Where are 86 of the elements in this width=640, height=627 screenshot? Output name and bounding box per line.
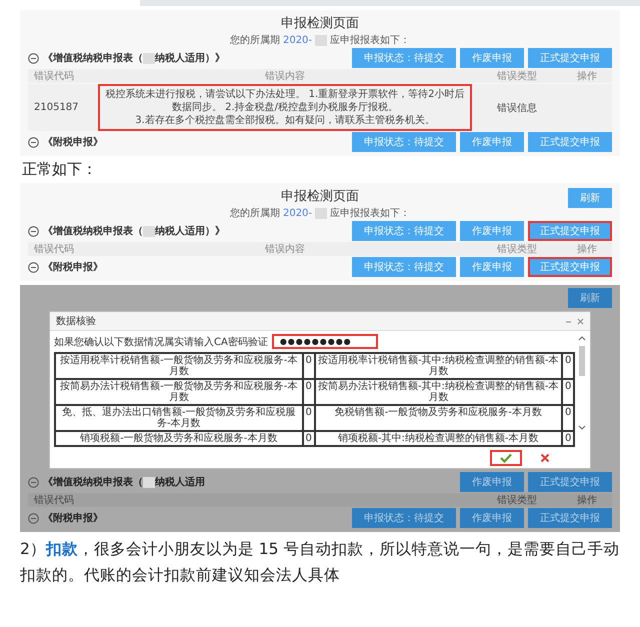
refresh-button[interactable]: 刷新 [568, 288, 612, 308]
check-icon [500, 453, 512, 463]
period-link[interactable]: 2020- [282, 34, 312, 47]
table-cell: 0 [302, 379, 314, 405]
close-icon [540, 453, 550, 463]
column-header: 错误代码 [33, 494, 75, 507]
section-title: 《增值税纳税申报表（ [43, 476, 143, 489]
table-cell: 按适用税率计税销售额-一般货物及劳务和应税服务-本月数 [55, 353, 302, 379]
close-icon[interactable] [577, 318, 584, 324]
table-cell: 0 [562, 405, 574, 431]
collapse-icon [28, 52, 39, 64]
confirm-button[interactable] [490, 450, 522, 466]
dialog-title: 数据核验 [56, 314, 96, 328]
table-cell-text: 2105187 [33, 102, 80, 113]
collapse-icon [28, 512, 39, 524]
period-label: 应申报报表如下： [330, 34, 410, 47]
section-title: 纳税人适用）》 [155, 224, 225, 238]
column-header: 错误代码 [33, 70, 75, 83]
table-cell: 销项税额-一般货物及劳务和应税服务-本月数 [55, 431, 302, 446]
table-cell: 0 [562, 353, 574, 379]
refresh-button[interactable]: 刷新 [568, 188, 612, 208]
section-title: 纳税人适用 [155, 476, 205, 489]
period-label: 您的所属期 [230, 207, 280, 220]
redaction-block [315, 35, 328, 46]
action-button[interactable]: 申报状态：待提交 [352, 508, 456, 528]
page-title: 申报检测页面 [281, 15, 359, 32]
table-cell: 0 [302, 353, 314, 379]
column-header: 错误类型 [496, 242, 538, 256]
redaction-block [143, 52, 155, 64]
action-button[interactable]: 作废申报 [460, 48, 524, 68]
action-button[interactable]: 作废申报 [460, 508, 524, 528]
password-field[interactable]: ●●●●●●●●● [272, 334, 378, 349]
table-cell-text: 错误信息 [496, 102, 538, 114]
column-header: 错误类型 [496, 70, 538, 83]
table-cell: 按简易办法计税销售额-其中:纳税检查调整的销售额-本月数 [314, 379, 562, 405]
collapse-icon [28, 262, 39, 272]
action-button[interactable]: 申报状态：待提交 [352, 132, 456, 152]
table-cell: 按简易办法计税销售额-一般货物及劳务和应税服务-本月数 [55, 379, 302, 405]
table-cell: 销项税额-其中:纳税检查调整的销售额-本月数 [314, 431, 562, 446]
action-button[interactable]: 正式提交申报 [528, 221, 612, 241]
section-title: 《附税申报》 [43, 512, 103, 525]
section-title: 《增值税纳税申报表（ [43, 224, 143, 238]
caption-text: 正常如下： [21, 160, 98, 179]
prompt-text: 如果您确认以下数据情况属实请输入CA密码验证 [54, 336, 268, 348]
action-button[interactable]: 正式提交申报 [528, 48, 612, 68]
table-cell: 0 [302, 405, 314, 431]
action-button[interactable]: 作废申报 [460, 257, 524, 277]
action-button[interactable]: 正式提交申报 [528, 508, 612, 528]
column-header: 错误代码 [33, 243, 75, 256]
redaction-block [143, 476, 155, 488]
action-button[interactable]: 申报状态：待提交 [352, 48, 456, 68]
collapse-icon [28, 136, 39, 148]
table-cell: 0 [562, 431, 574, 446]
table-cell: 按适用税率计税销售额-其中:纳税检查调整的销售额-本月数 [314, 353, 562, 379]
column-header: 操作 [576, 243, 598, 256]
section-title: 《附税申报》 [43, 260, 103, 274]
table-cell: 0 [302, 431, 314, 446]
table-cell: 0 [562, 379, 574, 405]
section-title: 《附税申报》 [43, 136, 103, 149]
section-title: 纳税人适用）》 [155, 52, 225, 65]
action-button[interactable]: 作废申报 [460, 132, 524, 152]
collapse-icon [28, 226, 39, 236]
page-title: 申报检测页面 [281, 188, 359, 205]
column-header: 操作 [576, 70, 598, 83]
redaction-block [143, 226, 155, 236]
error-message: 税控系统未进行报税，请尝试以下办法处理。 1.重新登录开票软件，等待2小时后数据同步。 2.持金税盘/税控盘到办税服务厅报税。 3.若存在多个税控盘需全部报税。如有疑问，请联系主管税务机关。 [98, 84, 472, 131]
action-button[interactable]: 申报状态：待提交 [352, 221, 456, 241]
column-header: 操作 [576, 494, 598, 507]
column-header: 错误类型 [496, 494, 538, 507]
redaction-block [315, 208, 328, 219]
period-label: 您的所属期 [230, 34, 280, 47]
body-paragraph: 2）扣款，很多会计小朋友以为是 15 号自动扣款，所以特意说一句，是需要自己手动扣款的。代账的会计扣款前建议知会法人具体 [20, 539, 620, 586]
action-button[interactable]: 正式提交申报 [528, 257, 612, 277]
action-button[interactable]: 作废申报 [460, 472, 524, 492]
column-header: 错误内容 [264, 70, 306, 83]
table-cell: 免税销售额-一般货物及劳务和应税服务-本月数 [314, 405, 562, 431]
action-button[interactable]: 作废申报 [460, 221, 524, 241]
table-cell: 免、抵、退办法出口销售额-一般货物及劳务和应税服务-本月数 [55, 405, 302, 431]
column-header: 错误内容 [264, 242, 306, 256]
period-label: 应申报报表如下： [330, 207, 410, 220]
section-title: 《增值税纳税申报表（ [43, 52, 143, 65]
collapse-icon [28, 476, 39, 488]
action-button[interactable]: 正式提交申报 [528, 132, 612, 152]
action-button[interactable]: 申报状态：待提交 [352, 257, 456, 277]
action-button[interactable]: 正式提交申报 [528, 472, 612, 492]
period-link[interactable]: 2020- [282, 207, 312, 220]
